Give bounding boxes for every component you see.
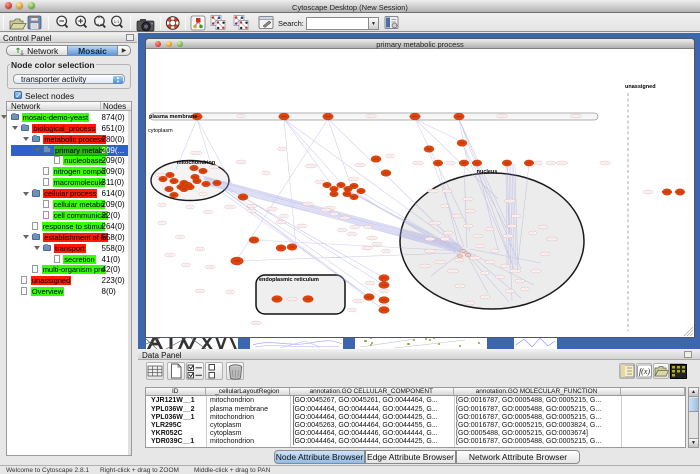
svg-text:plasma membrane: plasma membrane [149,114,197,120]
svg-text:unassigned: unassigned [625,84,656,90]
svg-text:cytoplasm: cytoplasm [148,128,173,134]
svg-text:f(x): f(x) [639,367,650,376]
svg-text:1:1: 1:1 [114,19,120,24]
svg-text:endoplasmic reticulum: endoplasmic reticulum [259,277,319,283]
svg-text:nucleus: nucleus [477,169,498,175]
svg-text:mitochondrion: mitochondrion [177,160,216,166]
